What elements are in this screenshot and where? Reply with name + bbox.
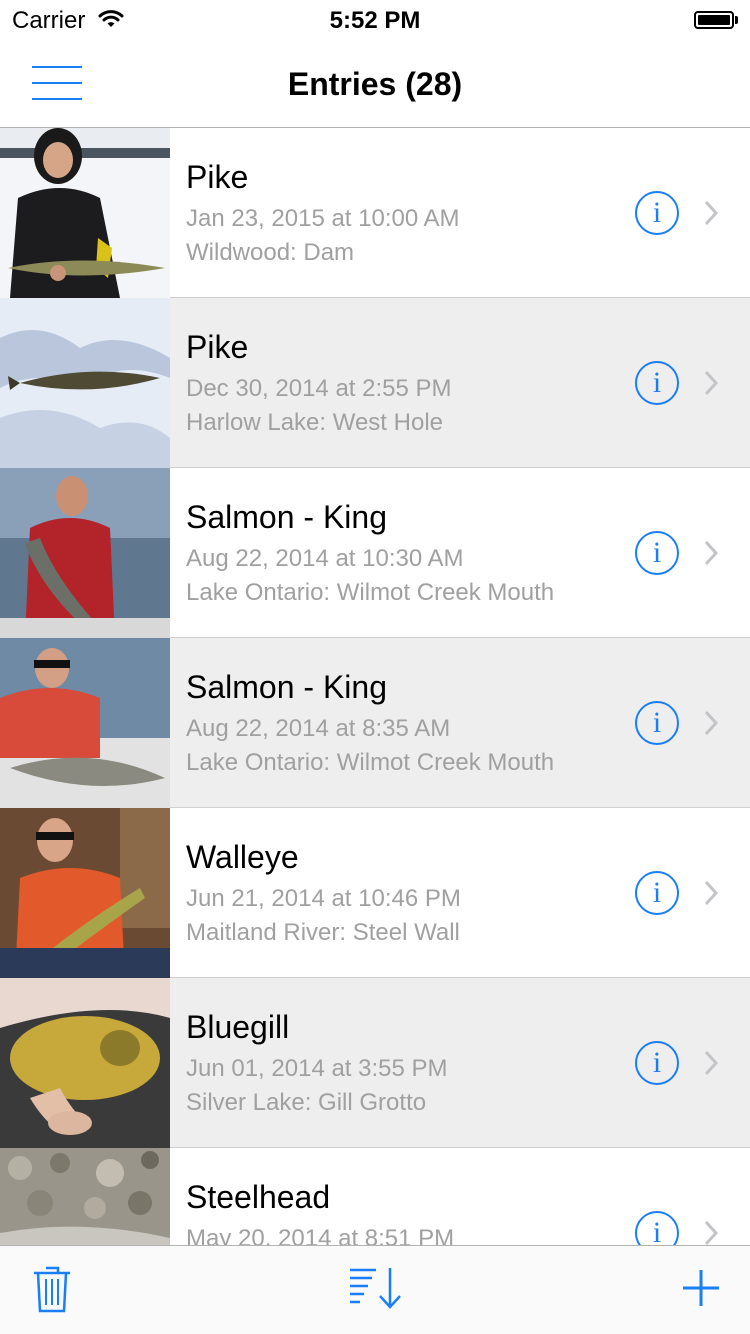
chevron-right-icon [704, 370, 719, 396]
entry-row[interactable]: Walleye Jun 21, 2014 at 10:46 PM Maitlan… [0, 808, 750, 978]
entry-row[interactable]: Pike Jan 23, 2015 at 10:00 AM Wildwood: … [0, 128, 750, 298]
entry-species: Pike [186, 329, 249, 365]
entry-location: Wildwood: Dam [186, 239, 355, 266]
trash-icon[interactable] [32, 1264, 72, 1314]
entry-photo [0, 298, 170, 468]
entry-row[interactable]: Bluegill Jun 01, 2014 at 3:55 PM Silver … [0, 978, 750, 1148]
entry-row[interactable]: Pike Dec 30, 2014 at 2:55 PM Harlow Lake… [0, 298, 750, 468]
entry-location: Maitland River: Steel Wall [186, 919, 460, 946]
entry-species: Salmon - King [186, 499, 387, 535]
chevron-right-icon [704, 200, 719, 226]
entry-date: Aug 22, 2014 at 8:35 AM [186, 715, 451, 742]
info-icon[interactable]: i [635, 1041, 679, 1085]
chevron-right-icon [704, 710, 719, 736]
navigation-bar: Entries (28) [0, 40, 750, 128]
info-icon[interactable]: i [635, 361, 679, 405]
chevron-right-icon [704, 540, 719, 566]
entry-date: Aug 22, 2014 at 10:30 AM [186, 545, 464, 572]
entry-photo [0, 1148, 170, 1245]
battery-full-icon [694, 11, 738, 29]
entry-species: Walleye [186, 839, 299, 875]
page-title: Entries (28) [287, 66, 463, 102]
entry-date: Jun 01, 2014 at 3:55 PM [186, 1055, 448, 1082]
chevron-right-icon [704, 880, 719, 906]
entry-location: Lake Ontario: Wilmot Creek Mouth [186, 579, 555, 606]
entry-species: Salmon - King [186, 669, 387, 705]
entry-row[interactable]: Salmon - King Aug 22, 2014 at 8:35 AM La… [0, 638, 750, 808]
entry-location: Silver Lake: Gill Grotto [186, 1089, 427, 1116]
entry-date: Jun 21, 2014 at 10:46 PM [186, 885, 461, 912]
chevron-right-icon [704, 1220, 719, 1245]
entry-location: Lake Ontario: Wilmot Creek Mouth [186, 749, 555, 776]
entry-photo [0, 128, 170, 298]
status-time: 5:52 PM [329, 7, 421, 34]
entry-date: Jan 23, 2015 at 10:00 AM [186, 205, 460, 232]
info-icon[interactable]: i [635, 871, 679, 915]
status-bar: Carrier 5:52 PM [0, 0, 750, 40]
entry-photo [0, 808, 170, 978]
entries-list[interactable]: Pike Jan 23, 2015 at 10:00 AM Wildwood: … [0, 128, 750, 1245]
entry-photo [0, 638, 170, 808]
entry-row[interactable]: Salmon - King Aug 22, 2014 at 10:30 AM L… [0, 468, 750, 638]
info-icon[interactable]: i [635, 191, 679, 235]
bottom-toolbar [0, 1245, 750, 1334]
chevron-right-icon [704, 1050, 719, 1076]
entry-date: May 20, 2014 at 8:51 PM [186, 1225, 455, 1245]
info-icon[interactable]: i [635, 701, 679, 745]
info-icon[interactable]: i [635, 1211, 679, 1245]
entry-species: Steelhead [186, 1179, 331, 1215]
entry-photo [0, 468, 170, 638]
info-icon[interactable]: i [635, 531, 679, 575]
entry-photo [0, 978, 170, 1148]
entry-species: Pike [186, 159, 249, 195]
plus-icon[interactable] [682, 1264, 720, 1310]
entry-species: Bluegill [186, 1009, 290, 1045]
entry-date: Dec 30, 2014 at 2:55 PM [186, 375, 452, 402]
entry-location: Harlow Lake: West Hole [186, 409, 443, 436]
entry-row[interactable]: Steelhead May 20, 2014 at 8:51 PM i [0, 1148, 750, 1245]
sort-descending-icon[interactable] [348, 1264, 402, 1310]
